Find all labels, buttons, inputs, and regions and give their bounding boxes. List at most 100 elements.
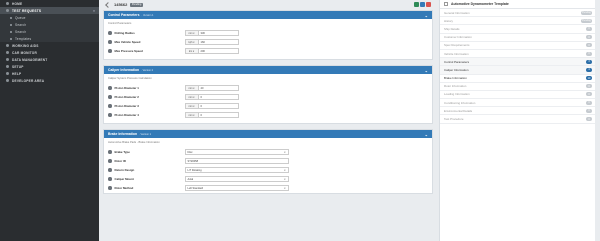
sidebar-item-queue[interactable]: Queue (0, 14, 99, 21)
unit-select[interactable]: kph ▾ (184, 39, 199, 45)
piston-diameter-1-input[interactable]: 40 (198, 85, 239, 91)
card-version: · Version 2 (141, 68, 154, 72)
rolling-radius-input[interactable]: 330 (198, 30, 239, 36)
sidebar-item-car-monitor[interactable]: CAR MONITOR (0, 49, 99, 56)
unit-select[interactable]: mm ▾ (184, 103, 199, 109)
help-icon[interactable] (108, 40, 112, 44)
sidebar-item-templates[interactable]: Templates (0, 35, 99, 42)
template-section-item[interactable]: Caliper Information 4 (440, 66, 595, 75)
field-label: Piston Diameter 4 (114, 113, 139, 117)
help-icon[interactable] (108, 31, 112, 35)
card-title: Control Parameters (108, 13, 140, 17)
section-count-badge: Pending (581, 10, 592, 15)
back-arrow-icon[interactable] (105, 1, 111, 8)
template-section-item[interactable]: Conditioning Information 0 (440, 99, 595, 108)
template-section-item[interactable]: History Pending (440, 17, 595, 26)
save-button[interactable] (414, 2, 419, 7)
section-label: Environmental Details (444, 108, 473, 113)
section-label: General Information (444, 10, 470, 15)
field-label: Piston Diameter 2 (114, 95, 139, 99)
field-label: Caliper Mount (114, 177, 134, 181)
piston-diameter-2-input[interactable]: 0 (198, 94, 239, 100)
template-section-item[interactable]: Vehicle Information 0 (440, 50, 595, 59)
unit-select[interactable]: km ▾ (184, 48, 199, 54)
chevron-down-icon[interactable]: ⌄ (425, 132, 428, 137)
field-label: Max Pressure Speed (114, 49, 143, 53)
card-title: Brake Information (108, 132, 138, 136)
card-header[interactable]: Caliper Information · Version 2 ⌄ (104, 66, 432, 74)
field-row: Max Vehicle Speed kph ▾ 160 (104, 38, 432, 46)
sidebar-item-search[interactable]: Search (0, 21, 99, 28)
field-row: Rotor Method Left Standard ▾ (104, 184, 432, 192)
checkbox-icon[interactable] (444, 2, 448, 6)
help-icon[interactable] (108, 177, 112, 181)
field-row: Piston Diameter 4 mm ▾ 0 (104, 111, 432, 119)
template-section-item[interactable]: Control Parameters 3 (440, 58, 595, 67)
car-icon (6, 51, 9, 54)
rotor-id-input[interactable]: ST20058 (184, 158, 289, 164)
help-icon[interactable] (108, 168, 112, 172)
brake-type-select[interactable]: Disc ▾ (184, 149, 289, 155)
field-label: Piston Diameter 3 (114, 104, 139, 108)
sidebar-item-developer-area[interactable]: DEVELOPER AREA (0, 77, 99, 84)
unit-select[interactable]: mm ▾ (184, 30, 199, 36)
sidebar-item-working-aids[interactable]: WORKING AIDS (0, 42, 99, 49)
help-icon[interactable] (108, 150, 112, 154)
section-label: Spec Requirements (444, 43, 470, 48)
unit-select[interactable]: mm ▾ (184, 94, 199, 100)
home-icon (6, 2, 9, 5)
piston-diameter-3-input[interactable]: 0 (198, 103, 239, 109)
caliper-mount-select[interactable]: Axial ▾ (184, 176, 289, 182)
unit-select[interactable]: mm ▾ (184, 112, 199, 118)
help-icon[interactable] (108, 186, 112, 190)
chevron-down-icon[interactable]: ⌄ (425, 68, 428, 73)
template-section-item[interactable]: Spec Requirements 0 (440, 42, 595, 50)
help-icon[interactable] (108, 113, 112, 117)
template-section-item[interactable]: Ship Details 0 (440, 25, 595, 34)
field-label: Brake Type (114, 150, 130, 154)
section-count-badge: 0 (586, 84, 592, 89)
help-icon[interactable] (108, 49, 112, 53)
field-row: Piston Diameter 3 mm ▾ 0 (104, 102, 432, 110)
section-label: Conditioning Information (444, 100, 476, 105)
sidebar-item-setup[interactable]: SETUP (0, 63, 99, 70)
brake-information-card: Brake Information · Version 1 ⌄ Automoti… (103, 129, 433, 194)
field-row: Caliper Mount Axial ▾ (104, 175, 432, 183)
caliper-information-card: Caliper Information · Version 2 ⌄ Calipe… (103, 65, 433, 124)
sidebar-item-test-requests[interactable]: TEST REQUESTS ▾ (0, 7, 99, 14)
sidebar-item-label: DATA MANAGEMENT (12, 57, 48, 62)
rotor-method-select[interactable]: Left Standard ▾ (184, 185, 289, 191)
sidebar-item-home[interactable]: HOME (0, 0, 99, 7)
delete-button[interactable] (426, 2, 431, 7)
sidebar-item-label: DEVELOPER AREA (12, 78, 45, 83)
help-icon[interactable] (108, 159, 112, 163)
piston-diameter-4-input[interactable]: 0 (198, 112, 239, 118)
unit-select[interactable]: mm ▾ (184, 85, 199, 91)
template-section-item[interactable]: Loading Information 0 (440, 91, 595, 100)
refresh-button[interactable] (420, 2, 425, 7)
max-vehicle-speed-input[interactable]: 160 (198, 39, 239, 45)
field-label: Max Vehicle Speed (114, 40, 141, 44)
bullet-icon (10, 37, 12, 40)
template-section-item[interactable]: Rotor Information 0 (440, 83, 595, 91)
sidebar-item-data-management[interactable]: DATA MANAGEMENT (0, 56, 99, 63)
card-header[interactable]: Brake Information · Version 1 ⌄ (104, 130, 432, 138)
max-pressure-speed-input[interactable]: 200 (198, 48, 239, 54)
help-icon[interactable] (108, 86, 112, 90)
section-count-badge: 0 (586, 108, 592, 113)
field-row: Piston Diameter 2 mm ▾ 0 (104, 93, 432, 101)
code-icon (6, 79, 9, 82)
template-section-item[interactable]: Customer Information 0 (440, 34, 595, 42)
card-header[interactable]: Control Parameters · Version 1 ⌄ (104, 11, 432, 19)
help-icon[interactable] (108, 104, 112, 108)
template-section-item[interactable]: Brake Information 10 (440, 74, 595, 83)
template-section-item[interactable]: Environmental Details 0 (440, 107, 595, 116)
sidebar-item-help[interactable]: HELP (0, 70, 99, 77)
return-design-select[interactable]: L/T Rotating ▾ (184, 167, 289, 173)
template-section-item[interactable]: Test Procedure 0 (440, 115, 595, 124)
sidebar-item-search-2[interactable]: Search (0, 28, 99, 35)
template-section-item[interactable]: General Information Pending (440, 9, 595, 18)
chevron-down-icon[interactable]: ⌄ (425, 13, 428, 18)
section-count-badge: Pending (581, 18, 592, 23)
help-icon[interactable] (108, 95, 112, 99)
